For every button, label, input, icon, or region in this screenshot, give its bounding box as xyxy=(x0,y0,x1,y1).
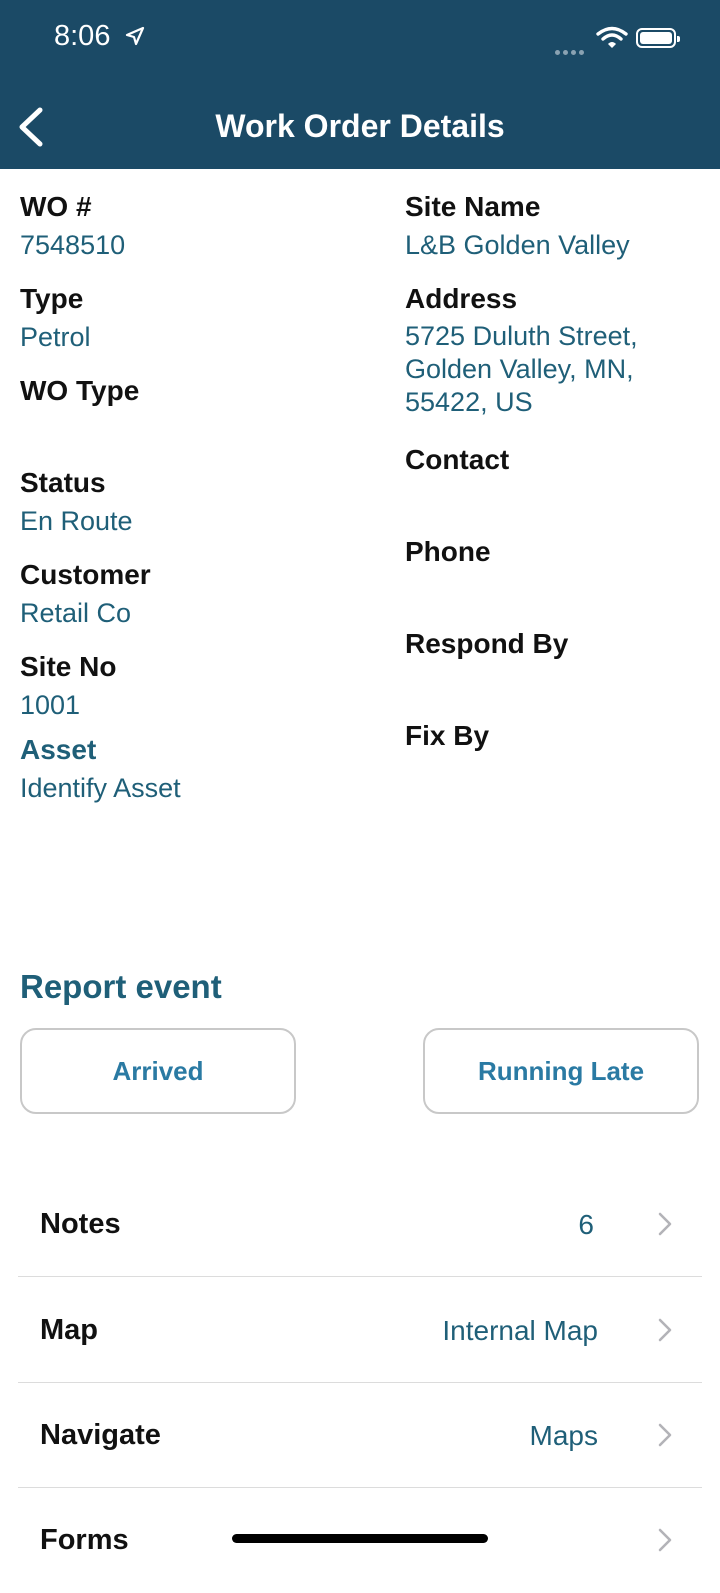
navigation-header: 8:06 Work Order Details xyxy=(0,0,720,169)
field-fix-by: Fix By xyxy=(405,719,489,757)
field-label: Respond By xyxy=(405,628,569,659)
address-line: 55422, US xyxy=(405,387,533,417)
field-phone: Phone xyxy=(405,535,491,573)
address-line: Golden Valley, MN, xyxy=(405,354,634,384)
address-value: 5725 Duluth Street, Golden Valley, MN, 5… xyxy=(405,320,638,419)
field-address: Address 5725 Duluth Street, Golden Valle… xyxy=(405,282,638,419)
divider xyxy=(18,1276,702,1277)
field-wo-number: WO # 7548510 xyxy=(20,190,125,262)
status-time: 8:06 xyxy=(54,20,145,54)
field-label: Site No xyxy=(20,651,117,682)
chevron-right-icon xyxy=(658,1212,672,1236)
field-wo-type: WO Type xyxy=(20,374,139,412)
page-title: Work Order Details xyxy=(215,108,505,144)
field-type: Type Petrol xyxy=(20,282,91,354)
location-arrow-icon xyxy=(125,21,145,54)
row-label: Notes xyxy=(40,1208,121,1240)
field-label: Customer xyxy=(20,559,151,590)
row-map[interactable]: Map Internal Map xyxy=(18,1278,702,1383)
report-event-title: Report event xyxy=(20,968,222,1005)
field-value: En Route xyxy=(20,506,133,536)
field-status: Status En Route xyxy=(20,466,133,538)
field-label: WO Type xyxy=(20,375,140,406)
field-customer: Customer Retail Co xyxy=(20,558,151,630)
field-label: Fix By xyxy=(405,720,490,751)
row-label: Navigate xyxy=(40,1419,161,1451)
running-late-button[interactable]: Running Late xyxy=(423,1028,699,1114)
row-label: Map xyxy=(40,1314,98,1346)
field-label: WO # xyxy=(20,191,92,222)
address-line: 5725 Duluth Street, xyxy=(405,321,638,351)
wifi-icon xyxy=(596,26,628,55)
field-site-no: Site No 1001 xyxy=(20,650,116,722)
battery-icon xyxy=(636,28,680,48)
chevron-right-icon xyxy=(658,1528,672,1552)
field-label: Site Name xyxy=(405,191,541,222)
field-respond-by: Respond By xyxy=(405,627,568,665)
asset-label[interactable]: Asset xyxy=(20,733,181,767)
row-value: Internal Map xyxy=(442,1315,598,1346)
home-indicator[interactable] xyxy=(232,1534,488,1543)
row-label: Forms xyxy=(40,1524,129,1556)
field-label: Phone xyxy=(405,536,491,567)
field-contact: Contact xyxy=(405,443,509,481)
field-value: Petrol xyxy=(20,322,91,352)
field-site-name: Site Name L&B Golden Valley xyxy=(405,190,630,262)
chevron-right-icon xyxy=(658,1423,672,1447)
field-label: Status xyxy=(20,467,106,498)
arrived-button[interactable]: Arrived xyxy=(20,1028,296,1114)
row-notes[interactable]: Notes 6 xyxy=(18,1172,702,1277)
field-label: Contact xyxy=(405,444,510,475)
field-asset[interactable]: Asset Identify Asset xyxy=(20,733,181,805)
row-navigate[interactable]: Navigate Maps xyxy=(18,1383,702,1488)
field-label: Address xyxy=(405,283,518,314)
field-value: 1001 xyxy=(20,690,81,720)
field-value: 7548510 xyxy=(20,230,126,260)
row-value: Maps xyxy=(529,1420,598,1451)
cellular-signal-icon xyxy=(555,42,589,55)
notes-count: 6 xyxy=(578,1209,594,1240)
status-time-text: 8:06 xyxy=(54,20,111,52)
field-value: L&B Golden Valley xyxy=(405,230,630,260)
field-label: Type xyxy=(20,283,84,314)
field-value: Retail Co xyxy=(20,598,132,628)
chevron-right-icon xyxy=(658,1318,672,1342)
identify-asset-link[interactable]: Identify Asset xyxy=(20,771,181,805)
